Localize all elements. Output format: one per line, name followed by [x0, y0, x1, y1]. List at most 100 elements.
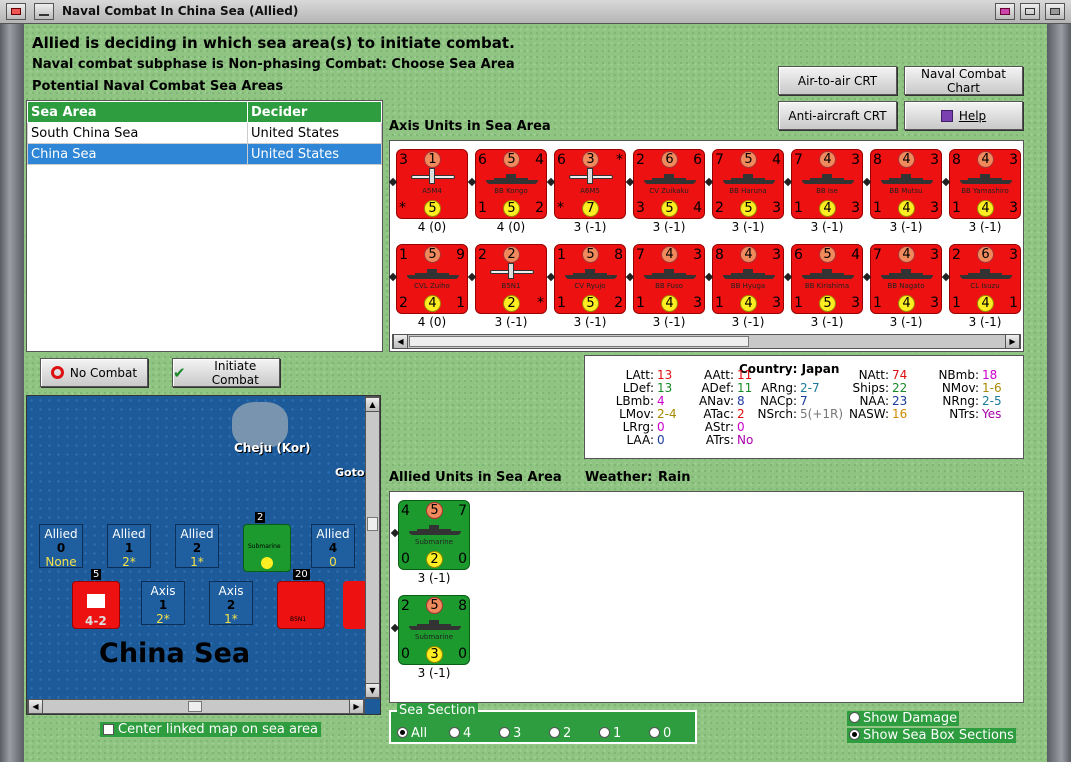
stat-item: ATac: 2 [690, 407, 744, 421]
radio-button[interactable] [397, 727, 408, 738]
unit-counter[interactable]: 8 4 3 1 4 3 BB Mutsu [870, 149, 942, 219]
sea-map[interactable]: Cheju (Kor) Goto Allied 0 None Allied 1 2* A… [26, 395, 381, 715]
restore-icon[interactable] [995, 3, 1015, 20]
axis-box-2[interactable]: Axis 2 1* [209, 581, 253, 626]
unit-factor-br: 0 [458, 551, 467, 567]
checkbox-box[interactable] [103, 724, 114, 735]
unit-factor-tl: 6 [478, 152, 487, 168]
unit-counter[interactable]: 3 1 * 5 A5M4 [396, 149, 468, 219]
allied-box-1[interactable]: Allied 1 2* [107, 524, 151, 569]
unit-factor-br: 1 [456, 295, 465, 311]
unit-counter[interactable]: 2 2 2 * B5N1 [475, 244, 547, 314]
unit-factor-tl: 1 [399, 247, 408, 263]
show-sea-box-option[interactable]: Show Sea Box Sections [847, 728, 1016, 743]
maximize-icon[interactable] [1020, 3, 1040, 20]
unit-factor-bc: 5 [582, 295, 599, 312]
table-row-selected[interactable]: China Sea United States [27, 143, 382, 165]
anti-aircraft-crt-button[interactable]: Anti-aircraft CRT [778, 101, 897, 130]
allied-box-4[interactable]: Allied 4 0 [311, 524, 355, 569]
sea-section-radio-all[interactable]: All [397, 726, 449, 741]
air-to-air-crt-button[interactable]: Air-to-air CRT [778, 66, 897, 95]
map-axis-counter-partial[interactable] [343, 581, 367, 629]
unit-factor-br: 3 [930, 295, 939, 311]
unit-counter[interactable]: 1 5 8 1 5 2 CV Ryujo [554, 244, 626, 314]
map-axis-plane-counter[interactable]: B5N1 [277, 581, 325, 629]
sea-section-radio-1[interactable]: 1 [599, 726, 649, 741]
axis-horizontal-scrollbar[interactable]: ◀ ▶ [392, 334, 1021, 349]
box-sub: None [45, 555, 77, 569]
stat-value: 13 [657, 381, 673, 395]
title-bar[interactable]: Naval Combat In China Sea (Allied) [0, 0, 1071, 24]
minimize-icon[interactable] [34, 3, 54, 20]
scroll-down-icon[interactable]: ▼ [365, 683, 380, 698]
country-value: Japan [801, 362, 840, 376]
sea-section-radio-4[interactable]: 4 [449, 726, 499, 741]
scroll-left-icon[interactable]: ◀ [393, 334, 408, 349]
box-sub: 1* [190, 555, 204, 569]
unit-counter[interactable]: 7 4 3 1 4 3 BB Nagato [870, 244, 942, 314]
radio-label: 0 [663, 726, 672, 741]
help-button[interactable]: Help [904, 101, 1023, 130]
map-axis-counter[interactable]: 4-2 [72, 581, 120, 629]
map-horizontal-scrollbar[interactable]: ◀ ▶ [27, 699, 365, 714]
box-title: Axis [218, 584, 244, 598]
scroll-thumb[interactable] [409, 336, 749, 347]
no-combat-button[interactable]: No Combat [40, 358, 148, 387]
unit-counter[interactable]: 4 5 7 0 2 0 Submarine [398, 500, 470, 570]
unit-counter[interactable]: 7 5 4 2 5 3 BB Haruna [712, 149, 784, 219]
scroll-right-icon[interactable]: ▶ [1005, 334, 1020, 349]
unit-factor-bc: 4 [977, 295, 994, 312]
stat-value: 2-4 [657, 407, 677, 421]
sea-section-radio-0[interactable]: 0 [649, 726, 699, 741]
unit-counter[interactable]: 6 5 4 1 5 2 BB Kongo [475, 149, 547, 219]
unit-counter[interactable]: 7 4 3 1 4 3 BB Ise [791, 149, 863, 219]
show-damage-option[interactable]: Show Damage [847, 711, 960, 726]
stat-item: LAtt: 13 [610, 368, 673, 382]
close-icon[interactable] [1045, 3, 1065, 20]
radio-button[interactable] [499, 727, 510, 738]
scroll-left-icon[interactable]: ◀ [28, 699, 43, 714]
axis-box-1[interactable]: Axis 1 2* [141, 581, 185, 626]
unit-counter[interactable]: 2 5 8 0 3 0 Submarine [398, 595, 470, 665]
map-submarine-counter[interactable]: Submarine [243, 524, 291, 572]
sea-section-radio-3[interactable]: 3 [499, 726, 549, 741]
unit-counter[interactable]: 2 6 6 3 5 4 CV Zuikaku [633, 149, 705, 219]
unit-factor-tc: 4 [819, 151, 836, 168]
allied-box-2[interactable]: Allied 2 1* [175, 524, 219, 569]
unit-counter[interactable]: 6 5 4 1 5 3 BB Kirishima [791, 244, 863, 314]
radio-button[interactable] [649, 727, 660, 738]
map-submarine-dot [261, 557, 273, 569]
unit-counter[interactable]: 2 6 3 1 4 1 CL Isuzu [949, 244, 1021, 314]
scroll-up-icon[interactable]: ▲ [365, 397, 380, 412]
center-map-checkbox[interactable]: Center linked map on sea area [100, 722, 321, 737]
scroll-thumb[interactable] [188, 701, 202, 712]
unit-counter[interactable]: 8 4 3 1 4 3 BB Hyuga [712, 244, 784, 314]
stat-item: NAA: 23 [845, 394, 907, 408]
radio-button-selected[interactable] [849, 729, 860, 740]
stat-key: LBmb: [615, 394, 654, 408]
unit-counter[interactable]: 6 3 * * 7 A6M5 [554, 149, 626, 219]
radio-button[interactable] [449, 727, 460, 738]
radio-button[interactable] [599, 727, 610, 738]
stat-key: NASW: [848, 407, 889, 421]
stat-value: 2-7 [800, 381, 820, 395]
unit-counter[interactable]: 7 4 3 1 4 3 BB Fuso [633, 244, 705, 314]
system-menu-icon[interactable] [6, 3, 26, 20]
unit-strength-label: 3 (-1) [731, 220, 765, 234]
naval-combat-chart-button[interactable]: Naval Combat Chart [904, 66, 1023, 95]
unit-counter[interactable]: 1 5 9 2 4 1 CVL Zuiho [396, 244, 468, 314]
radio-button[interactable] [549, 727, 560, 738]
stat-item: ATrs: No [690, 433, 753, 447]
unit-counter[interactable]: 8 4 3 1 4 3 BB Yamashiro [949, 149, 1021, 219]
map-vertical-scrollbar[interactable]: ▲ ▼ [365, 396, 380, 699]
stat-item: NACp: 7 [755, 394, 808, 408]
radio-button[interactable] [849, 712, 860, 723]
unit-factor-bl: 1 [873, 200, 882, 216]
initiate-combat-button[interactable]: ✔ Initiate Combat [172, 358, 280, 387]
scroll-thumb[interactable] [367, 517, 378, 531]
allied-box-0[interactable]: Allied 0 None [39, 524, 83, 569]
scroll-right-icon[interactable]: ▶ [349, 699, 364, 714]
unit-strength-label: 3 (-1) [968, 315, 1002, 329]
table-row[interactable]: South China Sea United States [27, 122, 382, 144]
sea-section-radio-2[interactable]: 2 [549, 726, 599, 741]
